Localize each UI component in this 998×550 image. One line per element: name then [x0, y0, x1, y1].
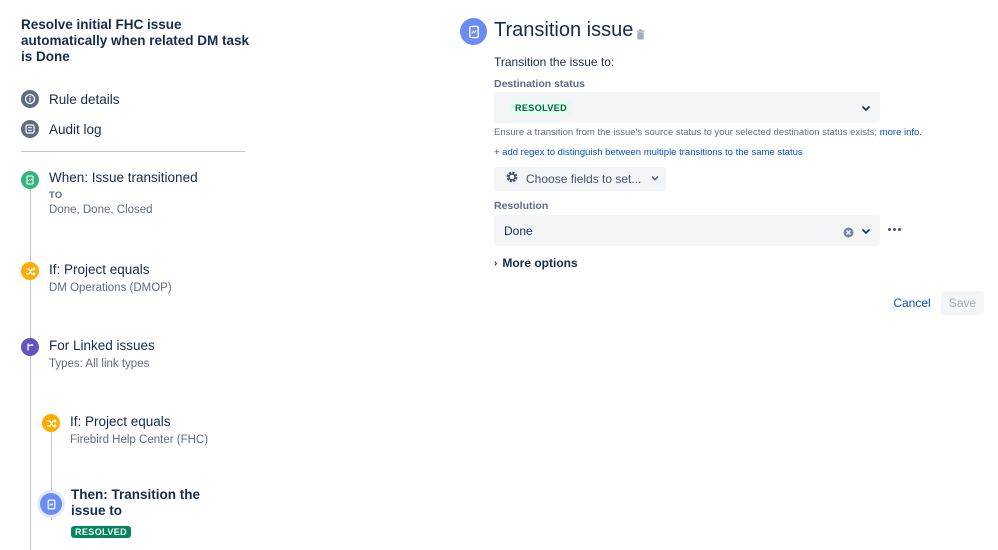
choose-fields-label: Choose fields to set...: [526, 172, 642, 186]
add-regex-link[interactable]: + add regex to distinguish between multi…: [494, 147, 803, 158]
rule-title: Resolve initial FHC issue automatically …: [21, 17, 250, 64]
gear-icon: [505, 170, 519, 189]
document-icon: [40, 493, 62, 515]
choose-fields-button[interactable]: Choose fields to set...: [494, 167, 666, 191]
destination-status-value: RESOLVED: [510, 100, 573, 115]
step-condition-nested-title: If: Project equals: [70, 414, 171, 429]
step-action-title: Then: Transition the issue to: [71, 487, 201, 518]
resolution-label: Resolution: [494, 200, 549, 212]
more-actions-icon[interactable]: [888, 228, 901, 231]
step-trigger-detail: Done, Done, Closed: [49, 204, 153, 216]
shuffle-icon: [42, 414, 60, 432]
divider: [21, 151, 245, 152]
status-badge: RESOLVED: [71, 526, 132, 538]
more-options-toggle[interactable]: › More options: [494, 256, 578, 270]
document-icon: [21, 171, 39, 189]
step-trigger-key: TO: [49, 190, 63, 201]
destination-status-select[interactable]: RESOLVED: [494, 92, 880, 123]
cancel-button[interactable]: Cancel: [888, 291, 936, 315]
resolution-select[interactable]: Done: [494, 215, 880, 246]
trash-icon[interactable]: [636, 27, 645, 45]
help-text: Ensure a transition from the issue's sou…: [494, 127, 922, 138]
document-icon: [460, 18, 487, 45]
save-button[interactable]: Save: [941, 291, 984, 315]
step-branch-detail: Types: All link types: [49, 358, 150, 370]
step-condition-project-nested[interactable]: If: Project equals Firebird Help Center …: [42, 414, 252, 447]
nav-audit-log[interactable]: Audit log: [21, 119, 102, 139]
destination-status-label: Destination status: [494, 78, 586, 90]
step-condition-project[interactable]: If: Project equals DM Operations (DMOP): [21, 262, 251, 295]
rule-sidebar: Resolve initial FHC issue automatically …: [0, 0, 260, 550]
chevron-down-icon: [860, 224, 872, 242]
nav-audit-log-label: Audit log: [49, 121, 102, 137]
nav-rule-details-label: Rule details: [49, 91, 120, 107]
resolution-value: Done: [504, 223, 533, 238]
step-condition-nested-detail: Firebird Help Center (FHC): [70, 434, 209, 446]
branch-icon: [21, 338, 39, 356]
chevron-down-icon: [650, 170, 660, 188]
step-branch-linked[interactable]: For Linked issues Types: All link types: [21, 338, 251, 371]
step-trigger[interactable]: When: Issue transitioned TO Done, Done, …: [21, 170, 251, 217]
step-action-transition[interactable]: Then: Transition the issue to RESOLVED: [40, 487, 252, 540]
shuffle-icon: [21, 262, 39, 280]
nav-rule-details[interactable]: Rule details: [21, 89, 120, 109]
chevron-down-icon: [860, 101, 872, 119]
list-icon: [21, 120, 39, 138]
step-condition-detail: DM Operations (DMOP): [49, 282, 172, 294]
subtitle: Transition the issue to:: [494, 55, 615, 69]
clear-icon[interactable]: [843, 225, 854, 243]
step-condition-title: If: Project equals: [49, 262, 150, 277]
chevron-right-icon: ›: [494, 257, 498, 269]
page-title: Transition issue: [494, 19, 634, 41]
step-trigger-title: When: Issue transitioned: [49, 170, 198, 185]
more-options-label: More options: [502, 256, 578, 270]
info-icon: [21, 90, 39, 108]
step-branch-title: For Linked issues: [49, 338, 155, 353]
more-info-link[interactable]: more info.: [880, 127, 922, 138]
help-text-body: Ensure a transition from the issue's sou…: [494, 127, 878, 138]
